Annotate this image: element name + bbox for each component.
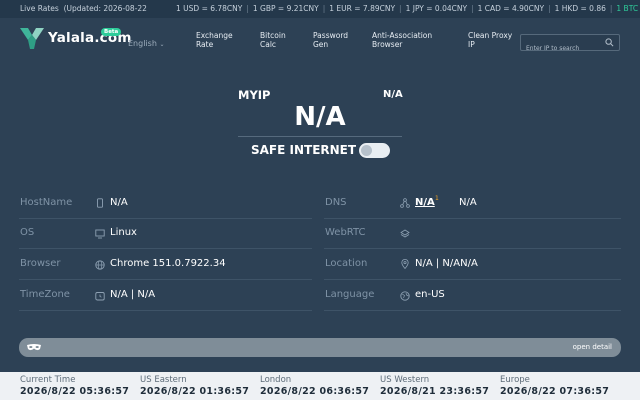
dns-extra-value: N/A: [459, 197, 477, 208]
clock-europe: Europe 2026/8/22 07:36:57: [500, 375, 609, 397]
language-label: Language: [325, 289, 375, 300]
search-icon[interactable]: [605, 38, 614, 47]
row-divider: [19, 310, 312, 311]
row-divider: [324, 248, 621, 249]
updated-date: (Updated: 2026-08-22: [63, 4, 147, 13]
language-globe-icon: [400, 291, 410, 301]
globe-icon: [95, 260, 105, 270]
monitor-icon: [95, 229, 105, 239]
mask-icon: [27, 344, 41, 351]
nav-anti-association-browser[interactable]: Anti-Association Browser: [372, 31, 432, 49]
os-value: Linux: [110, 227, 137, 238]
clock-city: London: [260, 375, 292, 385]
ip-search-box: [520, 34, 620, 56]
webrtc-label: WebRTC: [325, 227, 366, 238]
nav-clean-proxy-ip[interactable]: Clean Proxy IP: [468, 31, 512, 49]
row-divider: [324, 218, 621, 219]
language-label: English: [128, 39, 157, 48]
ticker-live-label: Live Rates (Updated: 2026-08-22: [20, 4, 147, 13]
clock-city: Europe: [500, 375, 530, 385]
hostname-label: HostName: [20, 197, 73, 208]
live-rates-label: Live Rates: [20, 4, 59, 13]
clock-time: 2026/8/21 23:36:57: [380, 386, 490, 397]
language-selector[interactable]: English ⌄: [128, 39, 164, 48]
rate-usd: 1 USD = 6.78CNY: [176, 4, 243, 13]
rate-gbp: 1 GBP = 9.21CNY: [252, 4, 319, 13]
clock-us-western: US Western 2026/8/21 23:36:57: [380, 375, 489, 397]
clock-time: 2026/8/22 06:36:57: [260, 386, 370, 397]
chevron-down-icon: ⌄: [159, 41, 165, 48]
rate-hkd: 1 HKD = 0.86: [554, 4, 606, 13]
dns-label: DNS: [325, 197, 347, 208]
nav-label: Gen: [313, 40, 329, 49]
nav-exchange-rate[interactable]: Exchange Rate: [196, 31, 233, 49]
open-detail-label: open detail: [572, 343, 612, 351]
myip-address: N/A: [294, 102, 346, 132]
ip-search-input[interactable]: [521, 41, 603, 56]
clock-city: US Western: [380, 375, 430, 385]
nav-label: Calc: [260, 40, 277, 49]
clock-time: 2026/8/22 01:36:57: [140, 386, 250, 397]
timezone-value: N/A | N/A: [110, 289, 156, 300]
language-value: en-US: [415, 289, 445, 300]
location-value: N/A | N/AN/A: [415, 258, 478, 269]
nav-label: IP: [468, 40, 475, 49]
row-divider: [19, 248, 312, 249]
nav-label: Anti-Association: [372, 31, 433, 40]
safe-internet-toggle[interactable]: [359, 143, 390, 158]
clock-city: US Eastern: [140, 375, 187, 385]
dns-count-badge: 1: [435, 195, 439, 202]
clock-time: 2026/8/22 05:36:57: [20, 386, 130, 397]
clock-london: London 2026/8/22 06:36:57: [260, 375, 369, 397]
nav-label: Password: [313, 31, 349, 40]
myip-label: MYIP: [238, 88, 271, 102]
myip-side-value: N/A: [383, 89, 403, 100]
nav-bitcoin-calc[interactable]: Bitcoin Calc: [260, 31, 286, 49]
rate-cad: 1 CAD = 4.90CNY: [477, 4, 545, 13]
rate-eur: 1 EUR = 7.89CNY: [329, 4, 396, 13]
logo-icon: [20, 28, 44, 49]
nav-label: Exchange: [196, 31, 233, 40]
divider: [238, 136, 402, 137]
network-icon: [400, 198, 410, 208]
nav-password-gen[interactable]: Password Gen: [313, 31, 348, 49]
layers-icon: [400, 229, 410, 238]
safe-internet-label: SAFE INTERNET: [251, 143, 357, 157]
hostname-value: N/A: [110, 197, 128, 208]
nav-label: Browser: [372, 40, 403, 49]
timezone-label: TimeZone: [20, 289, 70, 300]
dns-value-link[interactable]: N/A: [415, 197, 435, 208]
clock-city: Current Time: [20, 375, 76, 385]
nav-label: Clean Proxy: [468, 31, 513, 40]
nav-label: Rate: [196, 40, 214, 49]
rate-jpy: 1 JPY = 0.04CNY: [405, 4, 468, 13]
world-clock-bar: Current Time 2026/8/22 05:36:57 US Easte…: [0, 372, 640, 400]
clock-us-eastern: US Eastern 2026/8/22 01:36:57: [140, 375, 249, 397]
clock-time: 2026/8/22 07:36:57: [500, 386, 610, 397]
device-icon: [97, 198, 103, 208]
clock-icon: [95, 292, 105, 301]
row-divider: [324, 279, 621, 280]
exchange-rate-ticker: Live Rates (Updated: 2026-08-22 1 USD = …: [0, 0, 640, 18]
nav-label: Bitcoin: [260, 31, 286, 40]
open-detail-bar[interactable]: open detail: [19, 338, 621, 357]
row-divider: [19, 279, 312, 280]
row-divider: [324, 310, 621, 311]
row-divider: [19, 218, 312, 219]
clock-current: Current Time 2026/8/22 05:36:57: [20, 375, 129, 397]
location-label: Location: [325, 258, 368, 269]
ticker-rates: 1 USD = 6.78CNY | 1 GBP = 9.21CNY | 1 EUR …: [176, 4, 640, 13]
browser-value: Chrome 151.0.7922.34: [110, 258, 226, 269]
location-pin-icon: [401, 259, 409, 269]
rate-btc: 1 BTC = !: [616, 4, 640, 13]
beta-badge: Beta: [101, 28, 122, 36]
os-label: OS: [20, 227, 35, 238]
toggle-knob: [361, 145, 372, 156]
browser-label: Browser: [20, 258, 61, 269]
